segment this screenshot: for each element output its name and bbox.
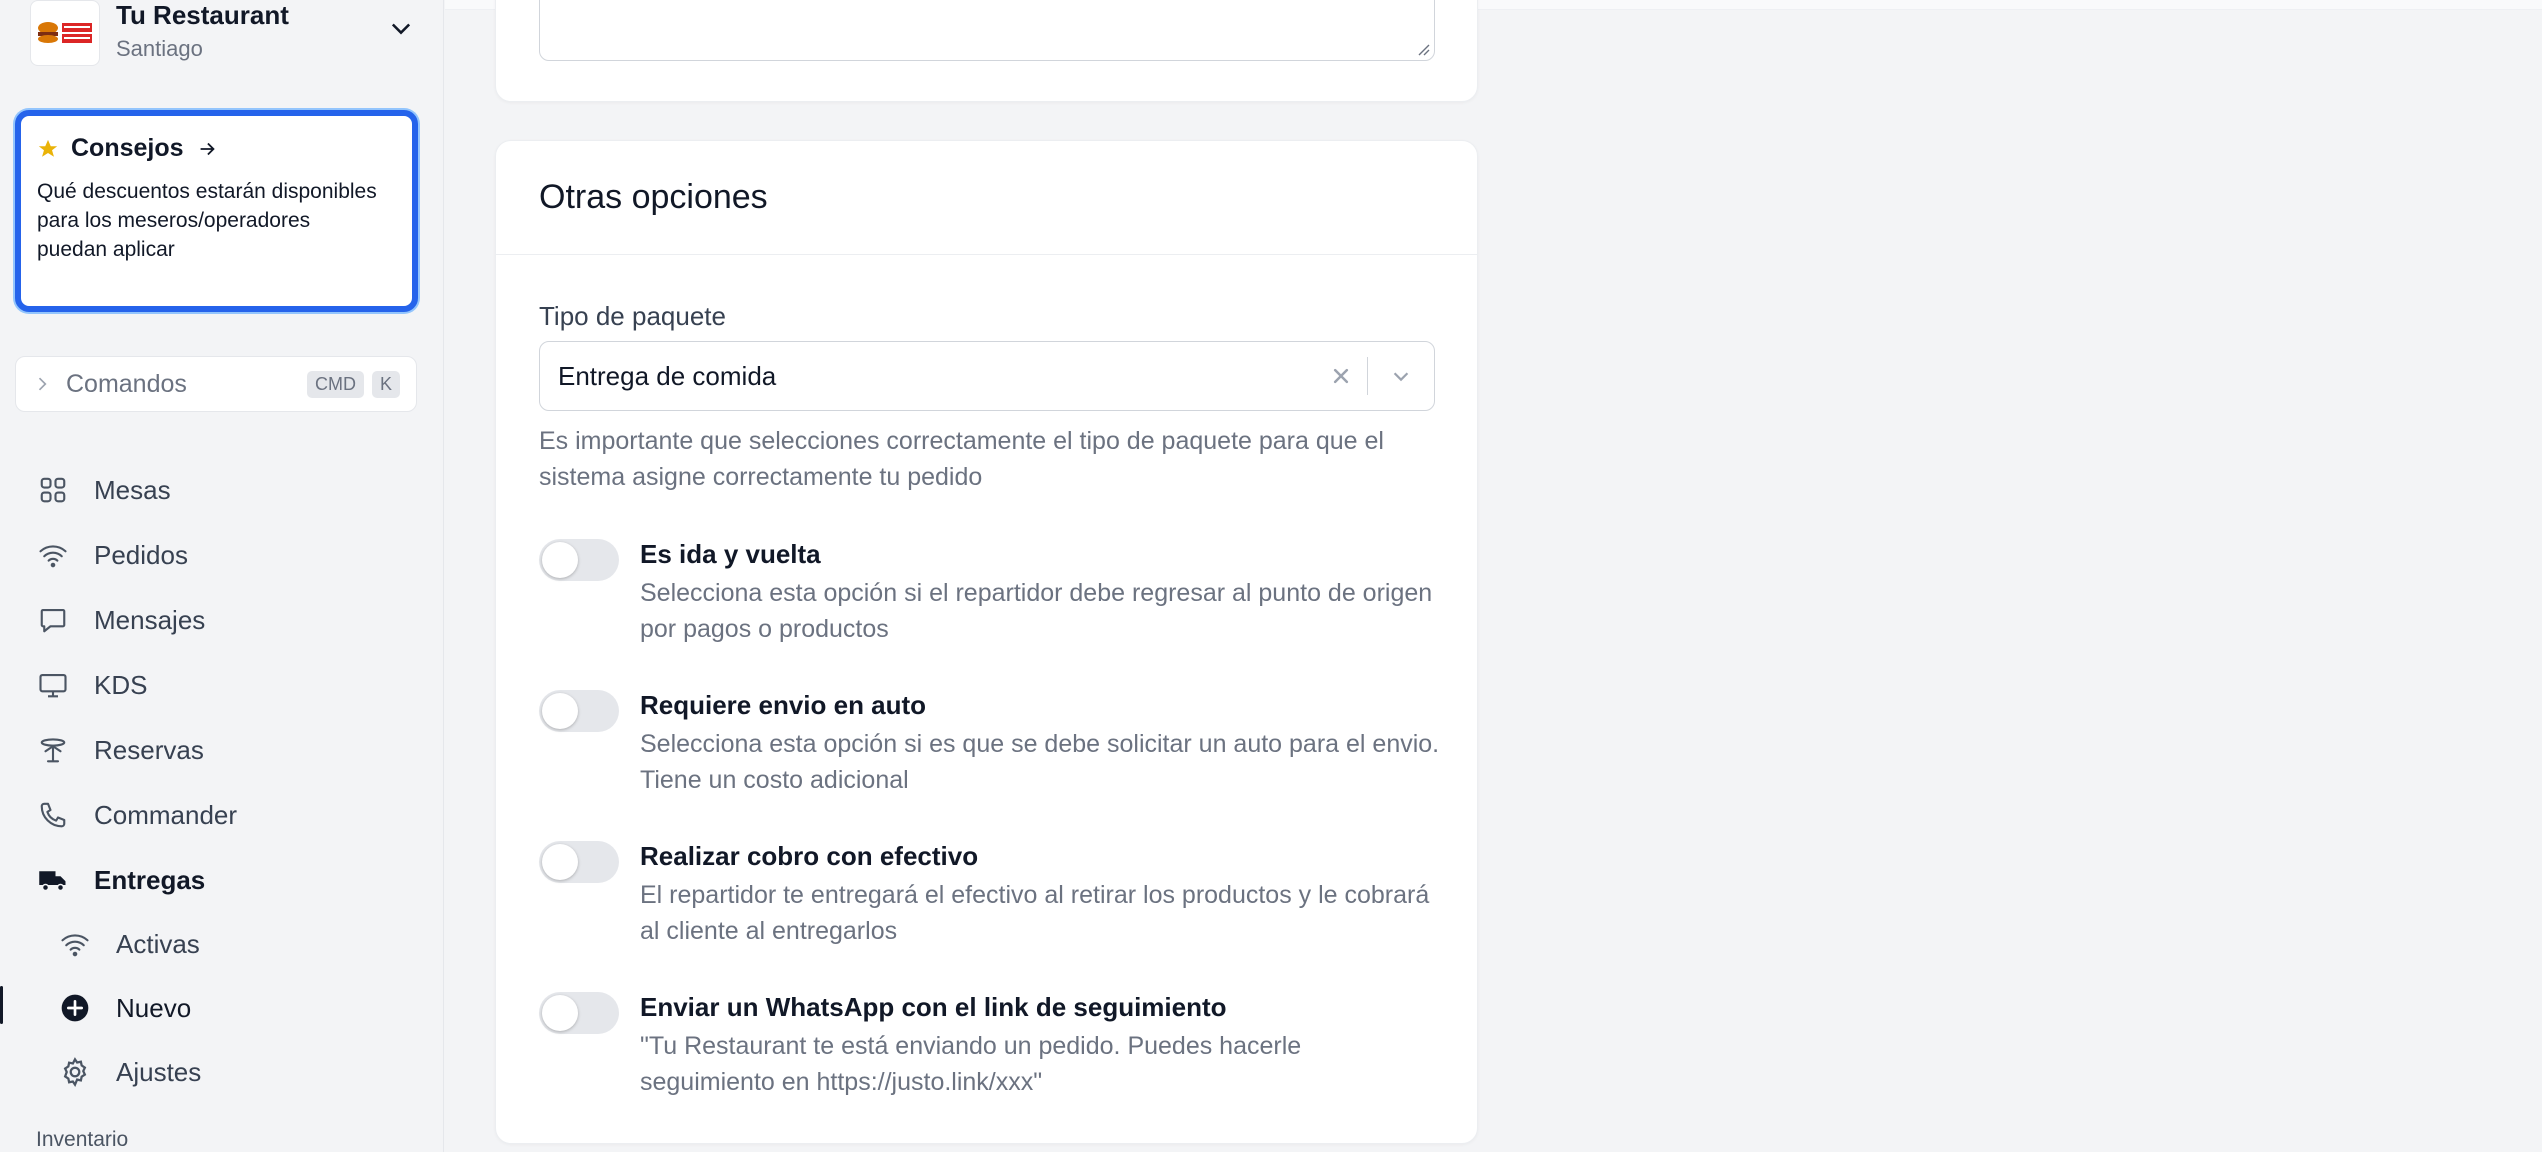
sidebar: Tu Restaurant Santiago Consejos Qué desc… — [0, 0, 444, 1152]
sidebar-item-label: Mesas — [94, 474, 171, 505]
option-description: Selecciona esta opción si es que se debe… — [640, 730, 1440, 794]
chevron-down-icon[interactable] — [1368, 341, 1434, 411]
sidebar-item-label: Commander — [94, 799, 238, 830]
option-title: Es ida y vuelta — [640, 539, 821, 569]
restaurant-switcher[interactable]: Tu Restaurant Santiago — [30, 0, 415, 66]
table-icon — [36, 733, 70, 767]
toggle-knob — [542, 995, 578, 1031]
option-title: Realizar cobro con efectivo — [640, 841, 979, 871]
commands-label: Comandos — [66, 369, 187, 398]
card-title: Otras opciones — [496, 141, 1477, 255]
main-content: Otras opciones Tipo de paquete Entrega d… — [445, 0, 2542, 1152]
commands-button[interactable]: Comandos CMD K — [15, 356, 417, 412]
toggle-knob — [542, 844, 578, 880]
chat-bubble-icon — [36, 603, 70, 637]
arrow-right-icon[interactable] — [196, 138, 218, 160]
package-type-label: Tipo de paquete — [539, 301, 726, 331]
option-title: Enviar un WhatsApp con el link de seguim… — [640, 992, 1227, 1022]
package-type-value: Entrega de comida — [558, 360, 777, 391]
sidebar-section-inventario: Inventario — [36, 1128, 129, 1151]
clear-icon[interactable] — [1315, 341, 1367, 411]
resize-handle-icon[interactable] — [1414, 40, 1430, 56]
sidebar-item-label: Activas — [116, 928, 200, 959]
sidebar-item-commander[interactable]: Commander — [36, 795, 237, 835]
restaurant-name: Tu Restaurant — [116, 0, 289, 30]
package-type-help: Es importante que selecciones correctame… — [539, 427, 1384, 491]
restaurant-city: Santiago — [116, 36, 203, 61]
sidebar-item-mensajes[interactable]: Mensajes — [36, 600, 205, 640]
sidebar-item-kds[interactable]: KDS — [36, 665, 147, 705]
shortcut-key-k: K — [371, 370, 400, 398]
sidebar-item-reservas[interactable]: Reservas — [36, 730, 204, 770]
option-description: "Tu Restaurant te está enviando un pedid… — [640, 1032, 1302, 1096]
restaurant-logo — [30, 0, 100, 66]
plus-circle-icon — [58, 991, 92, 1025]
truck-icon — [36, 863, 70, 897]
tips-card[interactable]: Consejos Qué descuentos estarán disponib… — [15, 110, 418, 312]
sidebar-item-label: Reservas — [94, 734, 204, 765]
tips-body: Qué descuentos estarán disponibles para … — [37, 180, 377, 261]
sidebar-item-label: Nuevo — [116, 992, 192, 1023]
sidebar-item-entregas[interactable]: Entregas — [36, 860, 205, 900]
sidebar-item-label: Entregas — [94, 864, 206, 895]
phone-icon — [36, 798, 70, 832]
toggle-knob — [542, 693, 578, 729]
toggle-switch[interactable] — [539, 841, 619, 883]
sidebar-subitem-activas[interactable]: Activas — [58, 924, 200, 964]
option-title: Requiere envio en auto — [640, 690, 927, 720]
star-icon — [38, 139, 58, 157]
wifi-icon — [36, 538, 70, 572]
toggle-switch[interactable] — [539, 539, 619, 581]
sidebar-item-pedidos[interactable]: Pedidos — [36, 535, 188, 575]
sidebar-item-label: Ajustes — [116, 1056, 202, 1087]
sidebar-subitem-ajustes[interactable]: Ajustes — [58, 1052, 201, 1092]
toggle-switch[interactable] — [539, 690, 619, 732]
notes-textarea[interactable] — [539, 0, 1435, 61]
wifi-icon — [58, 927, 92, 961]
sidebar-item-label: KDS — [94, 669, 148, 700]
chevron-down-icon[interactable] — [387, 14, 415, 42]
package-type-select[interactable]: Entrega de comida — [539, 341, 1435, 411]
toggle-switch[interactable] — [539, 992, 619, 1034]
gear-icon — [58, 1055, 92, 1089]
sidebar-subitem-nuevo[interactable]: Nuevo — [58, 988, 191, 1028]
shortcut-key-cmd: CMD — [306, 370, 364, 398]
chevron-right-icon — [38, 377, 47, 391]
other-options-card: Otras opciones Tipo de paquete Entrega d… — [495, 140, 1478, 1144]
monitor-icon — [36, 668, 70, 702]
grid-icon — [36, 473, 70, 507]
notes-card — [495, 0, 1478, 102]
sidebar-item-mesas[interactable]: Mesas — [36, 470, 171, 510]
toggle-knob — [542, 542, 578, 578]
option-description: Selecciona esta opción si el repartidor … — [640, 579, 1433, 643]
tips-title: Consejos — [71, 134, 184, 162]
sidebar-item-label: Pedidos — [94, 539, 188, 570]
option-description: El repartidor te entregará el efectivo a… — [640, 881, 1430, 945]
active-indicator — [0, 986, 3, 1024]
sidebar-item-label: Mensajes — [94, 604, 206, 635]
